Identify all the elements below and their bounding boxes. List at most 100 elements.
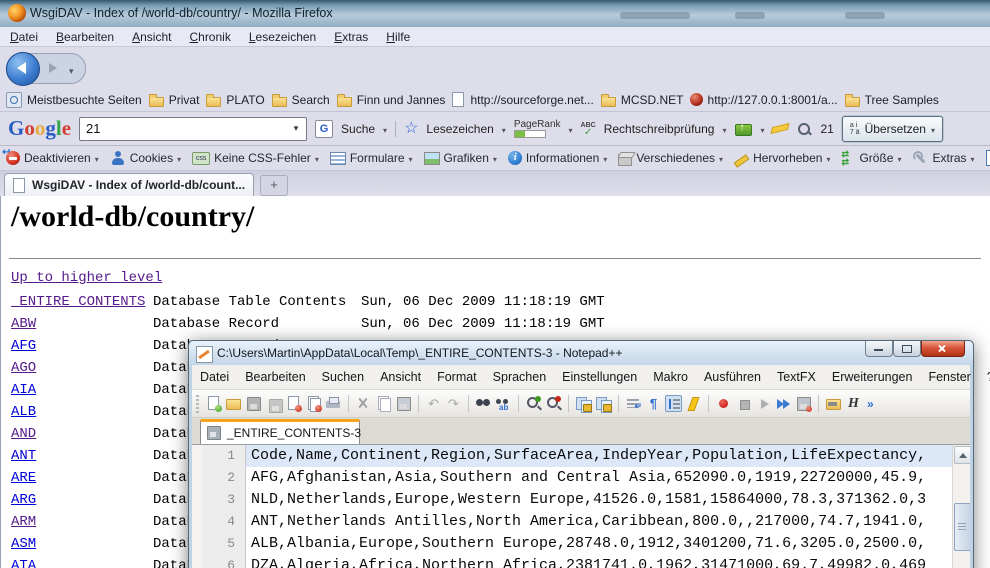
- dir-entry-link[interactable]: AFG: [11, 338, 36, 354]
- devbar-quelltext[interactable]: Quelltext: [986, 150, 990, 166]
- bookmark-margin[interactable]: [192, 533, 202, 555]
- chevron-down-icon[interactable]: [722, 120, 726, 138]
- dir-entry-link[interactable]: ALB: [11, 404, 36, 420]
- bookmark-folder-plato[interactable]: PLATO: [205, 93, 264, 107]
- dir-entry-link[interactable]: ATA: [11, 558, 36, 568]
- scroll-up-button[interactable]: [954, 446, 970, 464]
- line-text[interactable]: ALB,Albania,Europe,Southern Europe,28748…: [246, 533, 953, 555]
- scrollbar-thumb[interactable]: [954, 503, 970, 551]
- chevron-down-icon[interactable]: [760, 120, 764, 138]
- macro-record-icon[interactable]: [715, 395, 732, 412]
- dir-entry-link[interactable]: ABW: [11, 316, 36, 332]
- bookmark-most-visited[interactable]: Meistbesuchte Seiten: [6, 92, 142, 108]
- line-text[interactable]: ANT,Netherlands Antilles,North America,C…: [246, 511, 953, 533]
- editor-scrollbar[interactable]: [952, 445, 970, 568]
- menu-lesezeichen[interactable]: Lesezeichen: [249, 30, 316, 44]
- chevron-down-icon[interactable]: [502, 120, 506, 138]
- bookmark-folder-mcsd[interactable]: MCSD.NET: [600, 93, 684, 107]
- close-all-icon[interactable]: [305, 395, 322, 412]
- sync-horizontal-icon[interactable]: [595, 395, 612, 412]
- dir-entry-link[interactable]: AGO: [11, 360, 36, 376]
- npp-menu-sprachen[interactable]: Sprachen: [493, 370, 547, 384]
- show-all-characters-icon[interactable]: ¶: [645, 395, 662, 412]
- bookmark-folder-tree-samples[interactable]: Tree Samples: [844, 93, 939, 107]
- menu-bearbeiten[interactable]: Bearbeiten: [56, 30, 114, 44]
- bookmark-sourceforge[interactable]: http://sourceforge.net...: [451, 92, 593, 107]
- indent-guide-icon[interactable]: [665, 395, 682, 412]
- menu-chronik[interactable]: Chronik: [189, 30, 230, 44]
- bookmark-margin[interactable]: [192, 489, 202, 511]
- menu-datei[interactable]: Datei: [10, 30, 38, 44]
- replace-icon[interactable]: ab: [495, 395, 512, 412]
- doc-switcher-icon[interactable]: [825, 395, 842, 412]
- tab-entire-contents[interactable]: _ENTIRE_CONTENTS-3: [200, 419, 360, 444]
- npp-menu-erweiterungen[interactable]: Erweiterungen: [832, 370, 913, 384]
- dir-entry-link[interactable]: ASM: [11, 536, 36, 552]
- npp-menu-textfx[interactable]: TextFX: [777, 370, 816, 384]
- toolbar-overflow-chevron[interactable]: »: [867, 397, 874, 411]
- npp-menu-makro[interactable]: Makro: [653, 370, 688, 384]
- search-history-dropdown-icon[interactable]: ▾: [288, 120, 304, 136]
- word-find-icon[interactable]: [796, 121, 812, 137]
- spellcheck-button[interactable]: Rechtschreibprüfung: [604, 122, 715, 136]
- menu-hilfe[interactable]: Hilfe: [386, 30, 410, 44]
- devbar-verschiedenes[interactable]: Verschiedenes: [618, 149, 723, 167]
- devbar-groesse[interactable]: ⇄⇄Größe: [841, 149, 901, 167]
- devbar-deaktivieren[interactable]: Deaktivieren: [6, 149, 99, 167]
- function-completion-icon[interactable]: [685, 395, 702, 412]
- bookmark-margin[interactable]: [192, 511, 202, 533]
- bookmark-margin[interactable]: [192, 467, 202, 489]
- firefox-titlebar[interactable]: WsgiDAV - Index of /world-db/country/ - …: [0, 0, 990, 28]
- line-text[interactable]: Code,Name,Continent,Region,SurfaceArea,I…: [246, 445, 953, 467]
- translate-button[interactable]: a i7 ä Übersetzen: [842, 116, 943, 142]
- forward-button[interactable]: [49, 63, 57, 73]
- new-file-icon[interactable]: [205, 395, 222, 412]
- macro-run-multiple-icon[interactable]: [775, 395, 792, 412]
- dir-entry-link[interactable]: AND: [11, 426, 36, 442]
- npp-menu-ausfuehren[interactable]: Ausführen: [704, 370, 761, 384]
- devbar-cookies[interactable]: Cookies: [110, 149, 181, 167]
- bookmark-folder-privat[interactable]: Privat: [148, 93, 200, 107]
- npp-menu-datei[interactable]: Datei: [200, 370, 229, 384]
- dir-entry-link[interactable]: ARM: [11, 514, 36, 530]
- npp-menu-bearbeiten[interactable]: Bearbeiten: [245, 370, 305, 384]
- npp-menu-einstellungen[interactable]: Einstellungen: [562, 370, 637, 384]
- word-wrap-icon[interactable]: [625, 395, 642, 412]
- bookmark-margin[interactable]: [192, 445, 202, 467]
- bookmark-localhost-8001[interactable]: http://127.0.0.1:8001/a...: [690, 93, 838, 107]
- npp-menu-fenster[interactable]: Fenster: [928, 370, 970, 384]
- dir-entry-link[interactable]: AIA: [11, 382, 36, 398]
- line-text[interactable]: AFG,Afghanistan,Asia,Southern and Centra…: [246, 467, 953, 489]
- dir-entry-link[interactable]: ARE: [11, 470, 36, 486]
- line-text[interactable]: DZA,Algeria,Africa,Northern Africa,23817…: [246, 555, 953, 568]
- bookmarks-star-icon[interactable]: ☆: [404, 121, 418, 137]
- devbar-formulare[interactable]: Formulare: [330, 149, 413, 167]
- bookmark-margin[interactable]: [192, 555, 202, 568]
- google-search-value[interactable]: 21: [86, 121, 100, 136]
- maximize-button[interactable]: [893, 341, 921, 357]
- zoom-in-icon[interactable]: [525, 395, 542, 412]
- history-dropdown-icon[interactable]: ▾: [69, 66, 74, 77]
- devbar-informationen[interactable]: Informationen: [508, 149, 607, 167]
- google-g-icon[interactable]: G: [315, 120, 333, 138]
- dir-entry-link[interactable]: ANT: [11, 448, 36, 464]
- npp-menu-ansicht[interactable]: Ansicht: [380, 370, 421, 384]
- dir-entry-link[interactable]: ARG: [11, 492, 36, 508]
- close-button[interactable]: [921, 341, 965, 357]
- print-icon[interactable]: [325, 395, 342, 412]
- tab-wsgidav[interactable]: WsgiDAV - Index of /world-db/count...: [4, 173, 254, 196]
- open-file-icon[interactable]: [225, 395, 242, 412]
- bookmark-folder-search[interactable]: Search: [271, 93, 330, 107]
- devbar-extras[interactable]: Extras: [912, 149, 974, 167]
- dir-entry-link[interactable]: _ENTIRE_CONTENTS: [11, 294, 145, 310]
- menu-ansicht[interactable]: Ansicht: [132, 30, 171, 44]
- minimize-button[interactable]: [865, 341, 893, 357]
- google-search-input[interactable]: 21 ▾: [79, 117, 307, 141]
- new-tab-button[interactable]: +: [260, 175, 288, 196]
- pagerank-widget[interactable]: PageRank: [514, 120, 561, 138]
- menu-extras[interactable]: Extras: [334, 30, 368, 44]
- notepad-titlebar[interactable]: C:\Users\Martin\AppData\Local\Temp\_ENTI…: [189, 341, 973, 365]
- bookmark-folder-finn-und-jannes[interactable]: Finn und Jannes: [336, 93, 446, 107]
- devbar-hervorheben[interactable]: Hervorheben: [734, 149, 830, 167]
- close-file-icon[interactable]: [285, 395, 302, 412]
